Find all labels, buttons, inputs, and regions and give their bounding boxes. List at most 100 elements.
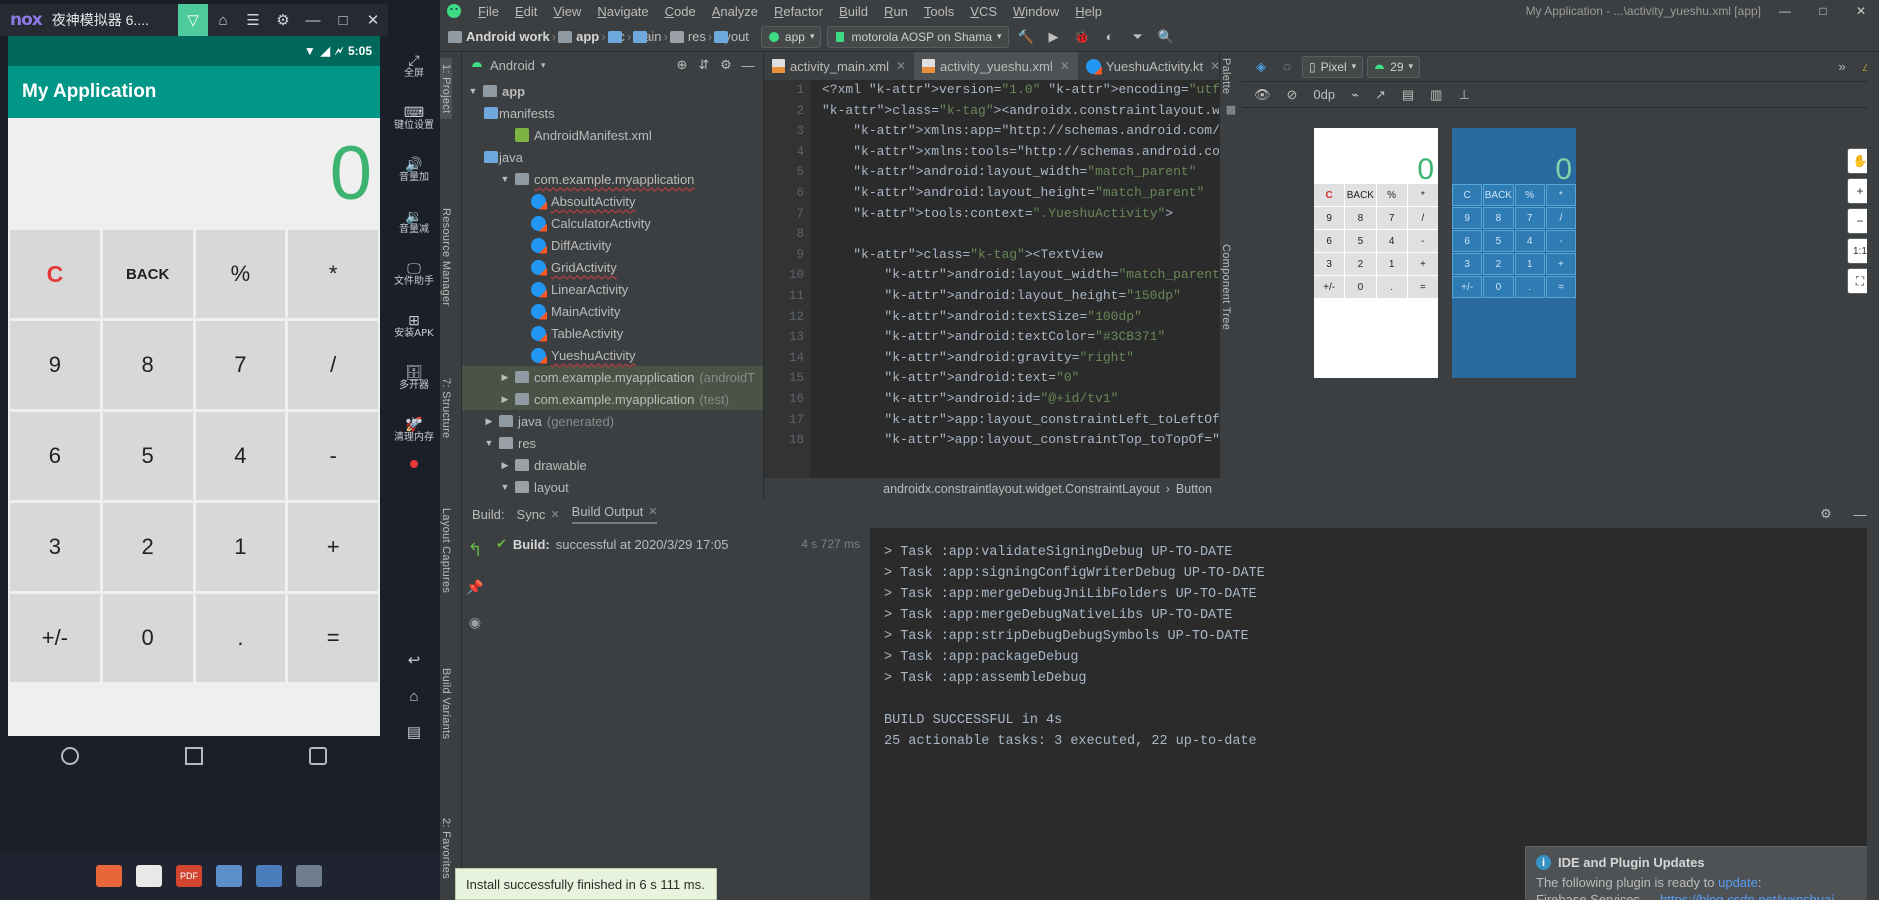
editor-tab-activity_yueshu-xml[interactable]: activity_yueshu.xml ✕ — [914, 52, 1078, 80]
breadcrumb-android-work[interactable]: Android work — [448, 29, 550, 44]
nox-back-icon[interactable]: ↩ — [388, 640, 440, 680]
preview-key[interactable]: 2 — [1345, 253, 1376, 275]
taskbar-item-6[interactable] — [296, 865, 322, 887]
build-result-tree[interactable]: ✔ Build: successful at 2020/3/29 17:05 4… — [488, 528, 870, 900]
code-line[interactable] — [822, 224, 1219, 245]
nox-recents-icon[interactable]: ▤ — [388, 712, 440, 752]
design-surface-icon[interactable]: ◈ — [1250, 56, 1272, 78]
breadcrumb-main[interactable]: main — [633, 29, 661, 44]
blueprint-key[interactable]: * — [1545, 184, 1576, 206]
preview-tool-rail[interactable]: Palette ▩ Component Tree — [1220, 52, 1242, 500]
preview-key[interactable]: + — [1407, 253, 1438, 275]
preview-key[interactable]: C — [1314, 184, 1345, 206]
tool-rail-structure[interactable]: 7: Structure — [440, 372, 452, 444]
tree-item[interactable]: GridActivity — [462, 256, 763, 278]
minimize-icon[interactable]: — — [298, 4, 328, 36]
back-nav-icon[interactable] — [61, 747, 79, 765]
update-link[interactable]: update — [1718, 875, 1758, 890]
maximize-button[interactable]: □ — [1805, 0, 1841, 22]
code-line[interactable]: "k-attr">android:textColor="#3CB371" — [822, 327, 1219, 348]
run-toolbar[interactable]: app ▾ motorola AOSP on Shama ▾ 🔨 ▶ 🐞 ◐ ⏷… — [760, 25, 1177, 48]
preview-key[interactable]: 7 — [1376, 207, 1407, 229]
guidelines-icon[interactable]: ▥ — [1426, 84, 1446, 106]
close-icon[interactable]: ✕ — [896, 59, 906, 73]
menu-bar[interactable]: File Edit View Navigate Code Analyze Refactor B… — [440, 0, 1879, 22]
tree-item[interactable]: ▶ drawable — [462, 454, 763, 476]
blueprint-key[interactable]: 6 — [1452, 230, 1483, 252]
tree-item[interactable]: ▼manifests — [462, 102, 763, 124]
preview-key[interactable]: 0 — [1345, 276, 1376, 298]
palette-rail-label[interactable]: Palette — [1220, 52, 1232, 100]
tool-rail-layoutcaptures[interactable]: Layout Captures — [440, 502, 452, 599]
preview-canvas[interactable]: 0 C BACK% * 9 8 7/6 5 4-3 2 1 + +/- 0. = 0 C BACK% * 9 8 7… — [1242, 108, 1879, 500]
constraint-toolbar[interactable]: 👁 ⊘ 0dp ⌁ ↗ ▤ ▥ ⊥ — [1242, 82, 1879, 108]
tree-arrow-icon[interactable]: ▼ — [500, 482, 510, 492]
blueprint-device-frame[interactable]: 0 C BACK% * 9 8 7/6 5 4-3 2 1 + +/- 0. = — [1452, 128, 1576, 378]
tree-item[interactable]: AndroidManifest.xml — [462, 124, 763, 146]
menu-window[interactable]: Window — [1005, 2, 1067, 21]
device-selector[interactable]: motorola AOSP on Shama ▾ — [827, 25, 1009, 48]
maximize-icon[interactable]: □ — [328, 4, 358, 36]
calc-key-3[interactable]: 3 — [10, 503, 100, 591]
nox-record-icon[interactable] — [410, 460, 418, 468]
editor-tab-activity_main-xml[interactable]: activity_main.xml ✕ — [764, 52, 914, 80]
calc-key-[interactable]: . — [195, 594, 286, 682]
file-assistant-icon[interactable]: 🖵 文件助手 — [388, 248, 440, 300]
hammer-icon[interactable]: 🔨 — [1015, 26, 1037, 48]
calc-key-[interactable]: * — [288, 230, 378, 318]
menu-help[interactable]: Help — [1067, 2, 1110, 21]
calc-key-9[interactable]: 9 — [10, 321, 100, 409]
preview-key[interactable]: . — [1376, 276, 1407, 298]
blueprint-key[interactable]: BACK — [1483, 184, 1514, 206]
code-line[interactable]: "k-attr">android:textSize="100dp" — [822, 307, 1219, 328]
tree-item[interactable]: ▶ com.example.myapplication (test) — [462, 388, 763, 410]
infer-constraints-icon[interactable]: ↗ — [1371, 84, 1390, 106]
windows-taskbar[interactable]: PDF — [0, 852, 440, 900]
editor-tab-yueshuactivity-kt[interactable]: YueshuActivity.kt ✕ — [1078, 52, 1228, 80]
editor-tab-bar[interactable]: activity_main.xml ✕ activity_yueshu.xml ✕ Yu… — [764, 52, 1507, 80]
preview-key[interactable]: 5 — [1345, 230, 1376, 252]
left-tool-rail[interactable]: 1: Project Resource Manager 7: Structure La… — [440, 52, 462, 900]
debug-icon[interactable]: 🐞 — [1071, 26, 1093, 48]
taskbar-item-1[interactable] — [96, 865, 122, 887]
tree-arrow-icon[interactable]: ▶ — [500, 394, 510, 405]
menu-vcs[interactable]: VCS — [962, 2, 1005, 21]
build-header[interactable]: Build: Sync ✕ Build Output ✕ ⚙ — — [462, 500, 1879, 528]
code-line[interactable]: "k-attr">class="k-tag"><androidx.constra… — [822, 101, 1219, 122]
calc-key-[interactable]: +/- — [10, 594, 100, 682]
menu-refactor[interactable]: Refactor — [766, 2, 831, 21]
tree-arrow-icon[interactable]: ▼ — [484, 438, 494, 448]
target-icon[interactable]: ⊕ — [671, 54, 693, 76]
blueprint-key[interactable]: % — [1514, 184, 1545, 206]
breadcrumb-src[interactable]: src — [607, 29, 625, 44]
keymap-icon[interactable]: ⌨ 键位设置 — [388, 92, 440, 144]
preview-key[interactable]: / — [1407, 207, 1438, 229]
editor-code-area[interactable]: 1 2 3 4 5 6 7 8 9 10 11 12 13 14 15 16 17 18 <?xml "k-att… — [764, 80, 1219, 500]
tree-item[interactable]: LinearActivity — [462, 278, 763, 300]
breadcrumb-app[interactable]: app — [558, 29, 599, 44]
preview-key[interactable]: % — [1376, 184, 1407, 206]
tree-item[interactable]: MainActivity — [462, 300, 763, 322]
preview-key[interactable]: BACK — [1345, 184, 1376, 206]
blueprint-key[interactable]: +/- — [1452, 276, 1483, 298]
calc-key-[interactable]: + — [288, 503, 378, 591]
source-url[interactable]: https://blog.csdn.net/wxnshuai — [1660, 892, 1834, 900]
calc-key-[interactable]: = — [288, 594, 378, 682]
blueprint-icon[interactable]: ◌ — [1276, 56, 1298, 78]
preview-key[interactable]: - — [1407, 230, 1438, 252]
blueprint-key[interactable]: 5 — [1483, 230, 1514, 252]
blueprint-key[interactable]: 4 — [1514, 230, 1545, 252]
close-icon[interactable]: ✕ — [1060, 59, 1070, 73]
code-line[interactable]: "k-attr">android:layout_height="match_pa… — [822, 183, 1219, 204]
tree-item[interactable]: TableActivity — [462, 322, 763, 344]
home-nav-icon[interactable] — [185, 747, 203, 765]
menu-run[interactable]: Run — [876, 2, 916, 21]
tree-item[interactable]: ▼ app — [462, 80, 763, 102]
menu-code[interactable]: Code — [657, 2, 704, 21]
preview-key[interactable]: 8 — [1345, 207, 1376, 229]
preview-key[interactable]: = — [1407, 276, 1438, 298]
blueprint-key[interactable]: 7 — [1514, 207, 1545, 229]
multi-instance-icon[interactable]: 🗄 多开器 — [388, 352, 440, 404]
preview-key[interactable]: * — [1407, 184, 1438, 206]
close-button[interactable]: ✕ — [1843, 0, 1879, 22]
